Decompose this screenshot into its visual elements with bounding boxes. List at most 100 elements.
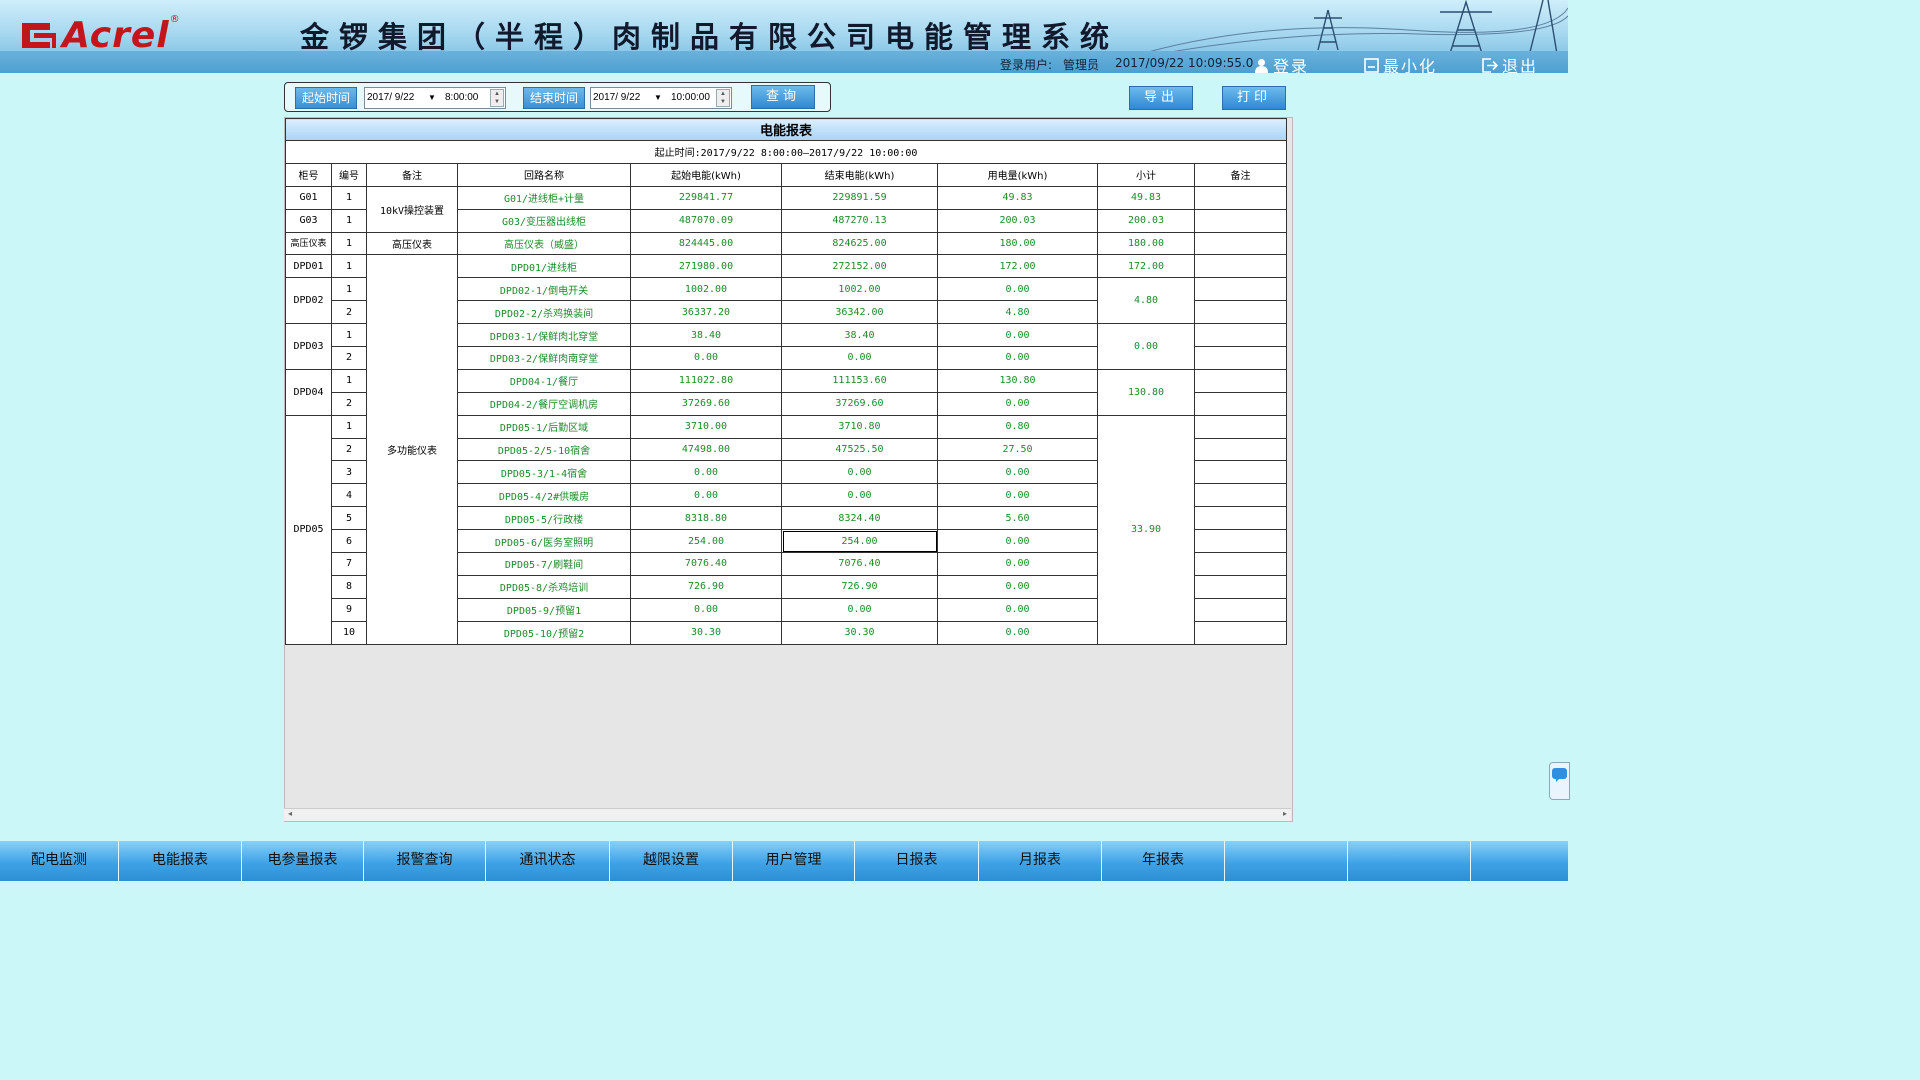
minimize-button[interactable]: 最小化 [1364, 53, 1437, 73]
usage-cell[interactable]: 49.83 [937, 185, 1098, 210]
nav-power-monitoring[interactable]: 配电监测 [0, 841, 119, 881]
start-energy-cell[interactable]: 3710.00 [630, 414, 782, 439]
end-energy-cell[interactable]: 1002.00 [781, 277, 938, 302]
nav-empty-2[interactable] [1348, 841, 1471, 881]
circuit-name-cell[interactable]: DPD02-1/倒电开关 [457, 277, 631, 302]
nav-alarm-query[interactable]: 报警查询 [364, 841, 486, 881]
nav-monthly-report[interactable]: 月报表 [979, 841, 1102, 881]
subtotal-cell[interactable]: 4.80 [1097, 277, 1195, 325]
circuit-name-cell[interactable]: DPD04-1/餐厅 [457, 368, 631, 393]
start-energy-cell[interactable]: 7076.40 [630, 552, 782, 576]
start-time-spinner[interactable]: ▲ ▼ [490, 89, 504, 107]
nav-energy-report[interactable]: 电能报表 [119, 841, 242, 881]
subtotal-cell[interactable]: 172.00 [1097, 254, 1195, 279]
note-cell[interactable] [1194, 300, 1287, 325]
note-cell[interactable] [1194, 231, 1287, 256]
end-energy-cell[interactable]: 47525.50 [781, 437, 938, 462]
usage-cell[interactable]: 0.00 [937, 529, 1098, 554]
usage-cell[interactable]: 172.00 [937, 254, 1098, 279]
print-button[interactable]: 打印 [1222, 86, 1286, 110]
end-energy-cell[interactable]: 0.00 [781, 597, 938, 622]
note-cell[interactable] [1194, 529, 1287, 554]
start-energy-cell[interactable]: 229841.77 [630, 185, 782, 210]
note-cell[interactable] [1194, 323, 1287, 348]
start-energy-cell[interactable]: 487070.09 [630, 208, 782, 233]
nav-empty-1[interactable] [1225, 841, 1348, 881]
start-energy-cell[interactable]: 30.30 [630, 620, 782, 645]
circuit-name-cell[interactable]: DPD03-2/保鲜肉南穿堂 [457, 346, 631, 370]
end-energy-cell[interactable]: 0.00 [781, 483, 938, 508]
start-energy-cell[interactable]: 37269.60 [630, 391, 782, 416]
circuit-name-cell[interactable]: DPD05-3/1-4宿舍 [457, 460, 631, 485]
scroll-right-icon[interactable]: ▸ [1283, 809, 1287, 818]
note-cell[interactable] [1194, 185, 1287, 210]
end-energy-cell[interactable]: 36342.00 [781, 300, 938, 325]
start-energy-cell[interactable]: 1002.00 [630, 277, 782, 302]
circuit-name-cell[interactable]: DPD05-8/杀鸡培训 [457, 574, 631, 599]
end-energy-cell[interactable]: 272152.00 [781, 254, 938, 279]
nav-user-management[interactable]: 用户管理 [733, 841, 855, 881]
usage-cell[interactable]: 0.00 [937, 620, 1098, 645]
end-energy-cell[interactable]: 30.30 [781, 620, 938, 645]
exit-button[interactable]: 退出 [1482, 53, 1538, 73]
start-energy-cell[interactable]: 36337.20 [630, 300, 782, 325]
usage-cell[interactable]: 130.80 [937, 368, 1098, 393]
usage-cell[interactable]: 0.00 [937, 391, 1098, 416]
start-energy-cell[interactable]: 38.40 [630, 323, 782, 348]
end-energy-cell[interactable]: 487270.13 [781, 208, 938, 233]
export-button[interactable]: 导出 [1129, 86, 1193, 110]
subtotal-cell[interactable]: 0.00 [1097, 323, 1195, 370]
end-energy-cell[interactable]: 8324.40 [781, 506, 938, 531]
start-energy-cell[interactable]: 824445.00 [630, 231, 782, 256]
note-cell[interactable] [1194, 506, 1287, 531]
subtotal-cell[interactable]: 49.83 [1097, 185, 1195, 210]
nav-yearly-report[interactable]: 年报表 [1102, 841, 1225, 881]
circuit-name-cell[interactable]: DPD05-7/刷鞋间 [457, 552, 631, 576]
circuit-name-cell[interactable]: DPD05-2/5-10宿舍 [457, 437, 631, 462]
usage-cell[interactable]: 0.00 [937, 597, 1098, 622]
start-energy-cell[interactable]: 0.00 [630, 483, 782, 508]
note-cell[interactable] [1194, 368, 1287, 393]
start-energy-cell[interactable]: 0.00 [630, 597, 782, 622]
scroll-left-icon[interactable]: ◂ [288, 809, 292, 818]
circuit-name-cell[interactable]: DPD05-5/行政楼 [457, 506, 631, 531]
side-helper-widget[interactable] [1549, 762, 1570, 800]
circuit-name-cell[interactable]: DPD03-1/保鲜肉北穿堂 [457, 323, 631, 348]
search-button[interactable]: 查询 [751, 85, 815, 109]
usage-cell[interactable]: 0.00 [937, 323, 1098, 348]
start-energy-cell[interactable]: 254.00 [630, 529, 782, 554]
nav-comm-status[interactable]: 通讯状态 [486, 841, 610, 881]
note-cell[interactable] [1194, 483, 1287, 508]
end-energy-cell[interactable]: 824625.00 [781, 231, 938, 256]
circuit-name-cell[interactable]: DPD05-4/2#供暖房 [457, 483, 631, 508]
circuit-name-cell[interactable]: DPD01/进线柜 [457, 254, 631, 279]
end-energy-cell[interactable]: 37269.60 [781, 391, 938, 416]
note-cell[interactable] [1194, 574, 1287, 599]
nav-daily-report[interactable]: 日报表 [855, 841, 979, 881]
usage-cell[interactable]: 180.00 [937, 231, 1098, 256]
end-energy-cell[interactable]: 229891.59 [781, 185, 938, 210]
usage-cell[interactable]: 27.50 [937, 437, 1098, 462]
usage-cell[interactable]: 0.00 [937, 574, 1098, 599]
chevron-down-icon[interactable]: ▼ [428, 88, 436, 108]
circuit-name-cell[interactable]: G03/变压器出线柜 [457, 208, 631, 233]
end-energy-cell[interactable]: 0.00 [781, 346, 938, 370]
usage-cell[interactable]: 0.00 [937, 552, 1098, 576]
usage-cell[interactable]: 0.80 [937, 414, 1098, 439]
start-energy-cell[interactable]: 0.00 [630, 346, 782, 370]
start-datetime-picker[interactable]: 2017/ 9/22 ▼ 8:00:00 ▲ ▼ [364, 87, 506, 109]
note-cell[interactable] [1194, 437, 1287, 462]
end-energy-cell[interactable]: 726.90 [781, 574, 938, 599]
usage-cell[interactable]: 0.00 [937, 460, 1098, 485]
end-energy-cell-selected[interactable]: 254.00 [781, 529, 938, 554]
usage-cell[interactable]: 0.00 [937, 277, 1098, 302]
end-energy-cell[interactable]: 38.40 [781, 323, 938, 348]
nav-limit-settings[interactable]: 越限设置 [610, 841, 733, 881]
chevron-down-icon[interactable]: ▼ [654, 88, 662, 108]
end-datetime-picker[interactable]: 2017/ 9/22 ▼ 10:00:00 ▲ ▼ [590, 87, 732, 109]
nav-parameter-report[interactable]: 电参量报表 [242, 841, 364, 881]
note-cell[interactable] [1194, 208, 1287, 233]
start-energy-cell[interactable]: 47498.00 [630, 437, 782, 462]
note-cell[interactable] [1194, 414, 1287, 439]
note-cell[interactable] [1194, 277, 1287, 302]
